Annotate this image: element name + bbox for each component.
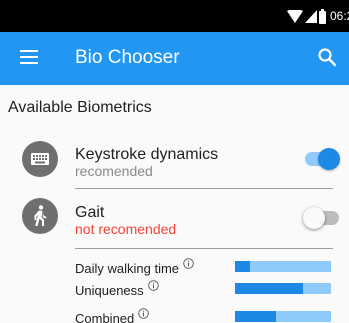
signal-icon [305, 10, 317, 23]
menu-icon[interactable] [20, 50, 38, 64]
item-title: Keystroke dynamics [75, 146, 219, 163]
toggle-thumb [318, 148, 340, 170]
gait-toggle[interactable] [303, 207, 339, 229]
metric-label-daily-walking-time: Daily walking time [75, 258, 194, 277]
keyboard-icon [31, 153, 49, 165]
progress-fill [235, 311, 277, 322]
metric-label-combined: Combined [75, 308, 150, 323]
item-title: Gait [75, 204, 105, 221]
avatar [22, 198, 58, 234]
progress-fill [235, 261, 251, 272]
toggle-thumb [303, 207, 325, 229]
info-icon[interactable] [147, 280, 159, 291]
item-subtitle: not recomended [75, 221, 177, 237]
progress-fill [235, 283, 304, 294]
progress-bar-daily-walking-time [235, 261, 331, 272]
keystroke-toggle[interactable] [305, 148, 340, 170]
app-title: Bio Chooser [75, 47, 180, 68]
progress-bar-combined [235, 311, 331, 322]
status-bar: 06:27 [0, 0, 349, 32]
item-subtitle: recomended [75, 163, 153, 179]
metric-label-uniqueness: Uniqueness [75, 280, 159, 299]
divider [75, 188, 333, 189]
walk-icon [34, 205, 47, 226]
wifi-icon [287, 10, 303, 23]
status-time: 06:27 [330, 9, 349, 23]
info-icon[interactable] [183, 258, 194, 269]
divider [75, 248, 333, 249]
section-title: Available Biometrics [8, 99, 152, 116]
battery-icon [319, 9, 326, 24]
app-bar: Bio Chooser [0, 32, 349, 85]
info-icon[interactable] [138, 308, 150, 319]
search-icon[interactable] [317, 47, 337, 67]
progress-bar-uniqueness [235, 283, 331, 294]
avatar [22, 141, 58, 177]
